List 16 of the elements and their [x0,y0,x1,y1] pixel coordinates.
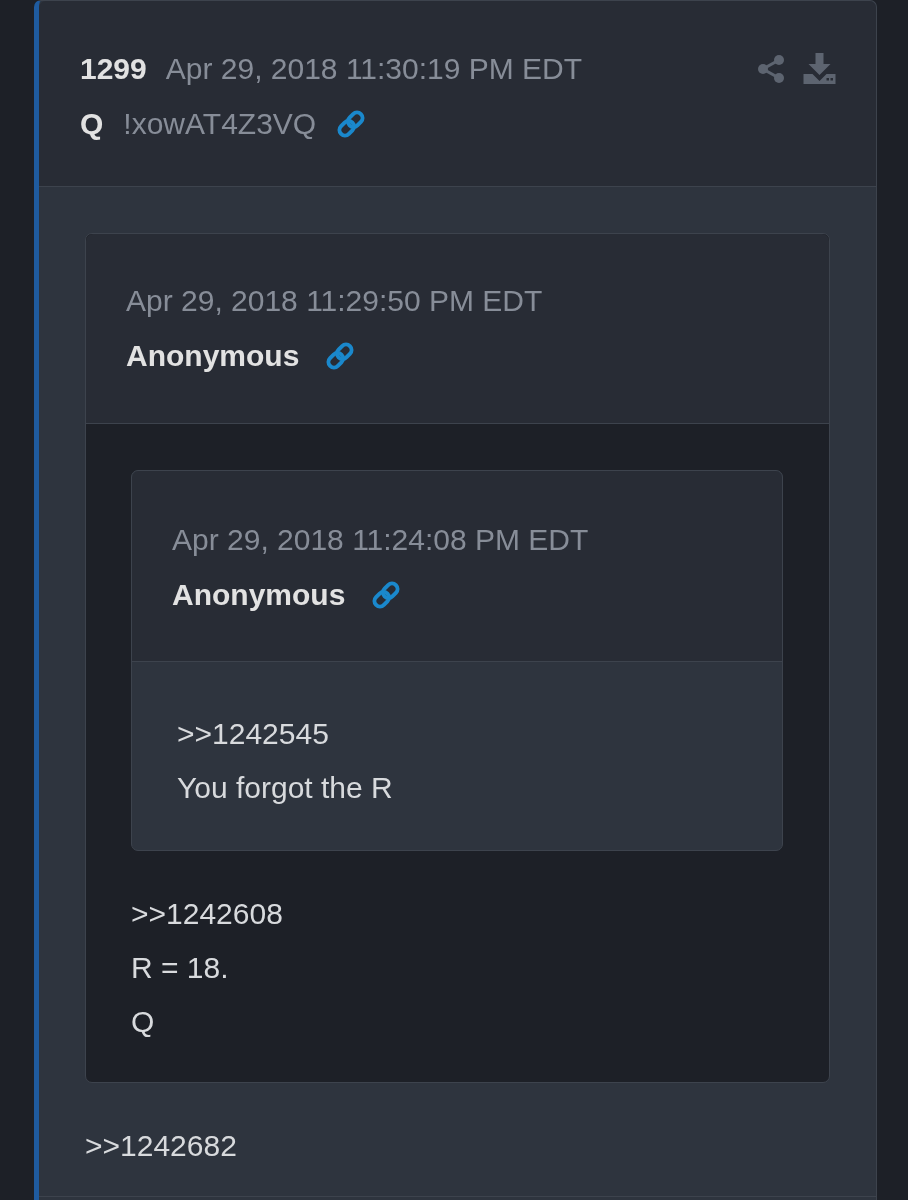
post-timestamp: Apr 29, 2018 11:30:19 PM EDT [165,50,583,87]
post-text-line: >>1242545 [177,716,329,752]
author-name: Anonymous [172,576,346,613]
post-text-line: Q [131,1004,155,1040]
download-icon[interactable] [803,53,836,84]
post-text-line: >>1242608 [131,896,283,932]
author-name: Q [80,105,104,142]
post-timestamp: Apr 29, 2018 11:29:50 PM EDT [126,282,543,319]
post-text-line: R = 18. [131,950,229,986]
tripcode: !xowAT4Z3VQ [123,105,317,142]
post-number: 1299 [80,50,147,87]
share-icon[interactable] [757,54,785,83]
author-name: Anonymous [126,337,300,374]
post-text-line: >>1242682 [85,1128,237,1164]
post-timestamp: Apr 29, 2018 11:24:08 PM EDT [172,521,589,558]
post-text-line: You forgot the R [177,770,393,806]
